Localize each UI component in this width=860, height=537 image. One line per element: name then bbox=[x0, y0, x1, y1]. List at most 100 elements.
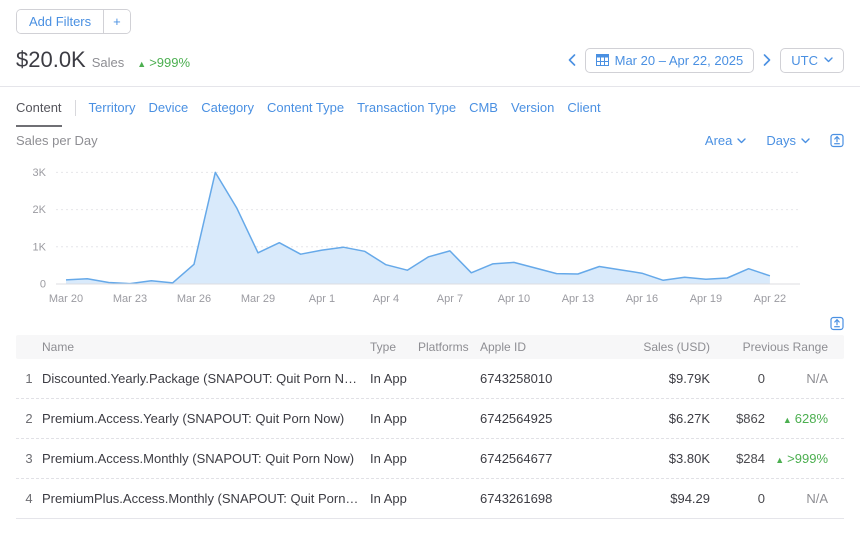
row-product-name: PremiumPlus.Access.Monthly (SNAPOUT: Qui… bbox=[42, 491, 370, 506]
header-apple-id: Apple ID bbox=[480, 340, 630, 354]
sales-table: Name Type Platforms Apple ID Sales (USD)… bbox=[16, 335, 844, 519]
x-tick-label: Apr 1 bbox=[309, 293, 335, 305]
row-change: N/A bbox=[765, 491, 844, 506]
table-export-button[interactable] bbox=[830, 316, 844, 331]
row-apple-id: 6742564925 bbox=[480, 411, 630, 426]
x-tick-label: Apr 7 bbox=[437, 293, 463, 305]
add-filters-group: Add Filters + bbox=[16, 9, 131, 34]
export-icon bbox=[830, 316, 844, 331]
row-index: 2 bbox=[16, 411, 42, 426]
x-tick-label: Mar 20 bbox=[49, 293, 83, 305]
row-type: In App bbox=[370, 371, 418, 386]
tab-territory[interactable]: Territory bbox=[89, 100, 136, 125]
row-index: 1 bbox=[16, 371, 42, 386]
row-sales: $3.80K bbox=[630, 451, 710, 466]
tab-client[interactable]: Client bbox=[567, 100, 600, 125]
table-row[interactable]: 1 Discounted.Yearly.Package (SNAPOUT: Qu… bbox=[16, 359, 844, 399]
sales-change-value: >999% bbox=[149, 55, 190, 70]
row-index: 4 bbox=[16, 491, 42, 506]
chevron-down-icon bbox=[824, 57, 833, 63]
x-tick-label: Mar 23 bbox=[113, 293, 147, 305]
table-toolbar bbox=[0, 308, 860, 335]
table-row[interactable]: 4 PremiumPlus.Access.Monthly (SNAPOUT: Q… bbox=[16, 479, 844, 519]
x-tick-label: Apr 13 bbox=[562, 293, 594, 305]
add-filters-button[interactable]: Add Filters bbox=[17, 10, 103, 33]
tab-content-type[interactable]: Content Type bbox=[267, 100, 344, 125]
x-tick-label: Apr 22 bbox=[754, 293, 786, 305]
header-platforms: Platforms bbox=[418, 340, 480, 354]
date-range-bar: Mar 20 – Apr 22, 2025 UTC bbox=[566, 48, 844, 73]
filters-bar: Add Filters + bbox=[0, 0, 860, 34]
y-tick-label: 0 bbox=[40, 279, 46, 291]
export-icon bbox=[830, 133, 844, 148]
row-index: 3 bbox=[16, 451, 42, 466]
row-previous-value: $862 bbox=[710, 411, 765, 426]
row-previous-value: 0 bbox=[710, 491, 765, 506]
y-tick-label: 2K bbox=[33, 204, 47, 216]
chevron-down-icon bbox=[737, 138, 746, 144]
row-type: In App bbox=[370, 451, 418, 466]
tab-content[interactable]: Content bbox=[16, 100, 62, 127]
header-name: Name bbox=[42, 340, 370, 354]
table-row[interactable]: 2 Premium.Access.Yearly (SNAPOUT: Quit P… bbox=[16, 399, 844, 439]
sales-change-badge: ▲>999% bbox=[137, 55, 190, 70]
tab-device[interactable]: Device bbox=[149, 100, 189, 125]
interval-dropdown[interactable]: Days bbox=[766, 133, 810, 148]
header-previous-range: Previous Range bbox=[710, 340, 844, 354]
table-header-row: Name Type Platforms Apple ID Sales (USD)… bbox=[16, 335, 844, 359]
row-type: In App bbox=[370, 411, 418, 426]
chart-type-label: Area bbox=[705, 133, 732, 148]
add-filter-plus-button[interactable]: + bbox=[103, 10, 130, 33]
calendar-icon bbox=[596, 54, 609, 66]
row-change: N/A bbox=[765, 371, 844, 386]
y-tick-label: 3K bbox=[33, 167, 47, 179]
tab-category[interactable]: Category bbox=[201, 100, 254, 125]
tab-version[interactable]: Version bbox=[511, 100, 554, 125]
x-tick-label: Apr 19 bbox=[690, 293, 722, 305]
up-triangle-icon: ▲ bbox=[775, 455, 784, 465]
interval-label: Days bbox=[766, 133, 796, 148]
row-previous-value: 0 bbox=[710, 371, 765, 386]
row-type: In App bbox=[370, 491, 418, 506]
sales-per-day-chart: 0 1K 2K 3K Mar 20 Mar 23 Mar 26 Mar 29 Apr 1 Apr … bbox=[0, 156, 860, 308]
header-sales: Sales (USD) bbox=[630, 340, 710, 354]
row-previous-value: $284 bbox=[710, 451, 765, 466]
chevron-right-icon bbox=[763, 54, 771, 66]
date-range-button[interactable]: Mar 20 – Apr 22, 2025 bbox=[585, 48, 755, 73]
table-row[interactable]: 3 Premium.Access.Monthly (SNAPOUT: Quit … bbox=[16, 439, 844, 479]
row-product-name: Premium.Access.Monthly (SNAPOUT: Quit Po… bbox=[42, 451, 370, 466]
y-tick-label: 1K bbox=[33, 241, 47, 253]
row-product-name: Discounted.Yearly.Package (SNAPOUT: Quit… bbox=[42, 371, 370, 386]
sales-total: $20.0K bbox=[16, 47, 86, 73]
chart-type-dropdown[interactable]: Area bbox=[705, 133, 746, 148]
sales-summary: $20.0K Sales ▲>999% bbox=[16, 47, 190, 73]
row-change: ▲>999% bbox=[765, 451, 844, 466]
row-apple-id: 6743258010 bbox=[480, 371, 630, 386]
summary-row: $20.0K Sales ▲>999% Mar 20 – Apr 22, 202… bbox=[0, 34, 860, 73]
chart-export-button[interactable] bbox=[830, 133, 844, 148]
date-range-label: Mar 20 – Apr 22, 2025 bbox=[615, 53, 744, 68]
tab-bar: Content Territory Device Category Content Ty… bbox=[0, 87, 860, 127]
next-range-button[interactable] bbox=[761, 54, 773, 66]
x-tick-label: Mar 29 bbox=[241, 293, 275, 305]
previous-range-button[interactable] bbox=[566, 54, 578, 66]
row-product-name: Premium.Access.Yearly (SNAPOUT: Quit Por… bbox=[42, 411, 370, 426]
sales-metric-label: Sales bbox=[92, 55, 125, 70]
chart-header: Sales per Day Area Days bbox=[0, 127, 860, 148]
tab-cmb[interactable]: CMB bbox=[469, 100, 498, 125]
up-triangle-icon: ▲ bbox=[137, 59, 146, 69]
x-tick-label: Apr 4 bbox=[373, 293, 399, 305]
chevron-left-icon bbox=[568, 54, 576, 66]
row-apple-id: 6743261698 bbox=[480, 491, 630, 506]
tab-transaction-type[interactable]: Transaction Type bbox=[357, 100, 456, 125]
x-tick-label: Apr 10 bbox=[498, 293, 530, 305]
x-tick-label: Mar 26 bbox=[177, 293, 211, 305]
chart-controls: Area Days bbox=[705, 133, 844, 148]
row-sales: $6.27K bbox=[630, 411, 710, 426]
row-sales: $94.29 bbox=[630, 491, 710, 506]
up-triangle-icon: ▲ bbox=[783, 415, 792, 425]
chart-title: Sales per Day bbox=[16, 133, 98, 148]
tab-separator bbox=[75, 100, 76, 116]
timezone-dropdown[interactable]: UTC bbox=[780, 48, 844, 73]
row-sales: $9.79K bbox=[630, 371, 710, 386]
